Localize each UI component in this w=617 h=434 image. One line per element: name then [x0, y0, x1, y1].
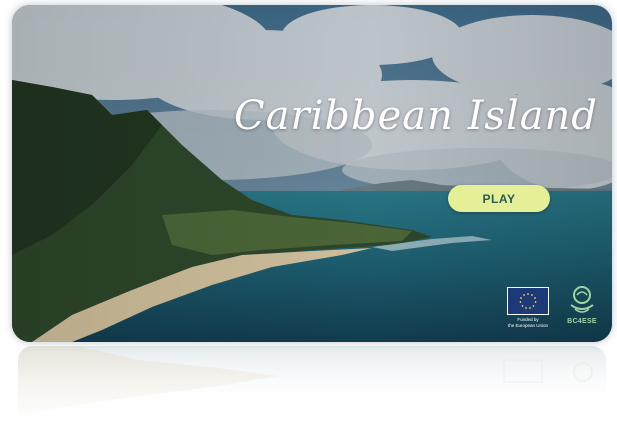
bc4ese-wordmark: BC4ESE [567, 318, 597, 325]
screen-reflection [18, 346, 606, 426]
eu-flag-icon [507, 287, 549, 315]
bc4ese-emblem-icon [570, 286, 594, 313]
game-start-screen: Caribbean Island PLAY Funded by the Euro… [12, 5, 612, 342]
play-button[interactable]: PLAY [448, 185, 550, 212]
game-title: Caribbean Island [234, 93, 598, 139]
eu-funding-logo: Funded by the European Union [506, 287, 550, 328]
eu-funding-caption: Funded by the European Union [507, 317, 549, 328]
bc4ese-logo: BC4ESE [565, 285, 599, 325]
